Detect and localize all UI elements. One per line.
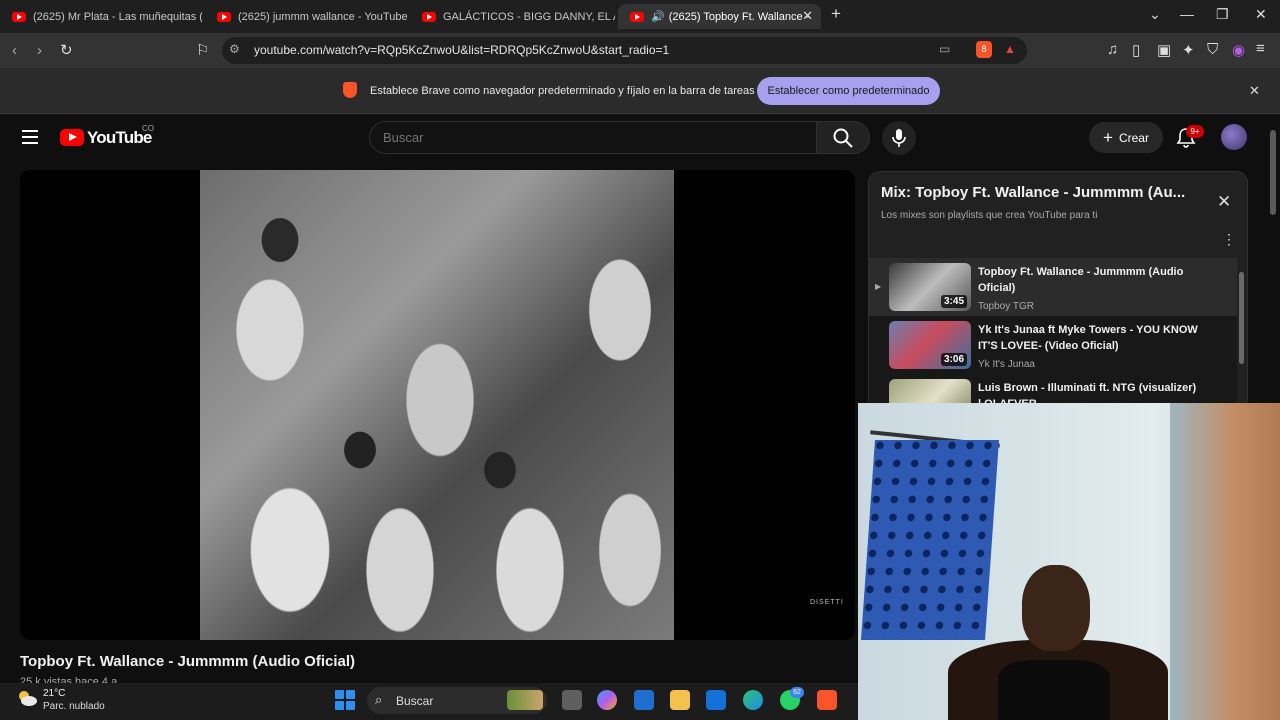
wallet-icon[interactable]: ▣ [1157,41,1171,59]
task-view-icon[interactable] [562,690,582,710]
create-button[interactable]: + Crear [1089,122,1163,153]
browser-tab-2[interactable]: (2625) jummm wallance - YouTube [205,4,410,29]
brave-taskbar-icon[interactable] [817,690,837,710]
account-avatar[interactable] [1221,124,1247,150]
webcam-curtain [861,440,999,640]
windows-start-icon[interactable] [335,690,355,710]
copilot-icon[interactable] [597,690,617,710]
browser-menu-icon[interactable]: ≡ [1256,40,1265,57]
sidebar-icon[interactable]: ▯ [1132,41,1140,59]
playlist-more-icon[interactable]: ⋮ [1222,231,1236,248]
extension-icon[interactable]: ◉ [1232,41,1245,59]
speaker-icon: 🔊 [651,11,665,23]
file-explorer-icon[interactable] [670,690,690,710]
leo-ai-icon[interactable]: ✦ [1182,41,1195,59]
infobar-message: Establece Brave como navegador predeterm… [370,85,755,97]
webcam-person-head [1022,565,1090,651]
taskbar-search-label: Buscar [396,694,434,708]
microphone-icon [892,129,906,147]
video-thumbnail [889,379,971,404]
window-close-icon[interactable]: ✕ [1255,6,1267,23]
whatsapp-badge: 62 [790,687,804,698]
back-icon[interactable]: ‹ [12,42,17,59]
playlist-title[interactable]: Mix: Topboy Ft. Wallance - Jummmm (Au... [881,184,1206,201]
plus-icon: + [1103,127,1113,147]
playlist-scrollbar-thumb[interactable] [1239,272,1244,364]
partly-cloudy-icon[interactable] [16,688,38,708]
playlist-item[interactable]: Luis Brown - Illuminati ft. NTG (visuali… [869,374,1237,404]
minimize-icon[interactable]: — [1180,6,1194,22]
browser-tab-strip: (2625) Mr Plata - Las muñequitas (La (26… [0,0,1280,33]
search-highlight-icon [507,690,543,710]
tab-label: (2625) Topboy Ft. Wallance - [668,10,810,23]
brave-shields-icon[interactable]: 8 [976,41,992,58]
youtube-logo-icon[interactable] [60,129,84,146]
playlist-item[interactable]: ▶ 3:45 Topboy Ft. Wallance - Jummmm (Aud… [869,258,1237,316]
vscode-icon[interactable] [706,690,726,710]
vpn-icon[interactable]: ⛉ [1207,41,1218,58]
media-icon[interactable]: ♫ [1107,41,1118,58]
playlist-items: ▶ 3:45 Topboy Ft. Wallance - Jummmm (Aud… [869,258,1237,404]
playlist-item-title: Topboy Ft. Wallance - Jummmm (Audio Ofic… [978,266,1184,294]
country-code: CO [142,124,154,133]
notification-count-badge: 9+ [1186,125,1204,138]
tab-search-icon[interactable]: ⌄ [1149,6,1161,23]
playlist-item[interactable]: 3:06 Yk It's Junaa ft Myke Towers - YOU … [869,316,1237,374]
edge-icon[interactable] [743,690,763,710]
playlist-close-icon[interactable]: ✕ [1217,192,1231,212]
webcam-wall [1170,403,1280,720]
weather-description[interactable]: Parc. nublado [43,701,105,712]
new-tab-button[interactable]: + [831,4,841,24]
bookmark-icon[interactable]: ⚐ [196,41,209,59]
video-watermark: DISETTI [810,599,844,606]
youtube-favicon-icon [630,11,644,22]
maximize-icon[interactable]: ❐ [1216,6,1229,23]
create-label: Crear [1118,130,1149,145]
browser-tab-1[interactable]: (2625) Mr Plata - Las muñequitas (La [0,4,202,29]
video-player[interactable] [20,170,855,640]
set-default-button[interactable]: Establecer como predeterminado [757,77,940,105]
tab-label: GALÁCTICOS - BIGG DANNY, EL AME [443,10,615,23]
hamburger-menu-icon[interactable] [22,130,38,144]
forward-icon[interactable]: › [37,42,42,59]
search-input[interactable] [383,129,803,146]
site-info-icon[interactable]: ⚙ [229,42,240,56]
search-button[interactable] [816,121,870,154]
voice-search-button[interactable] [882,121,916,155]
playlist-item-channel: Topboy TGR [978,301,1034,312]
taskbar-search-icon: ⌕ [375,692,383,707]
cast-icon[interactable]: ▭ [939,42,950,56]
playlist-item-channel: Yk It's Junaa [978,359,1035,370]
video-thumbnail: 3:45 [889,263,971,311]
playlist-item-title: Yk It's Junaa ft Myke Towers - YOU KNOW … [978,324,1198,352]
video-frame [200,170,674,640]
store-icon[interactable] [634,690,654,710]
reload-icon[interactable]: ↻ [60,41,73,59]
youtube-favicon-icon [422,11,436,22]
youtube-favicon-icon [217,11,231,22]
webcam-person-shirt [998,660,1110,720]
duration-badge: 3:06 [940,353,967,366]
now-playing-icon: ▶ [875,282,882,291]
youtube-favicon-icon [12,11,26,22]
infobar-close-icon[interactable]: ✕ [1249,83,1260,99]
playlist-item-title: Luis Brown - Illuminati ft. NTG (visuali… [978,382,1197,404]
tab-label: (2625) Mr Plata - Las muñequitas (La [33,10,202,23]
page-scrollbar-thumb[interactable] [1270,130,1276,215]
search-icon [833,128,853,148]
brave-logo-icon [343,82,357,98]
url-text[interactable]: youtube.com/watch?v=RQp5KcZnwoU&list=RDR… [254,43,669,57]
tab-label: (2625) jummm wallance - YouTube [238,10,408,23]
browser-tab-active[interactable]: 🔊 (2625) Topboy Ft. Wallance - ✕ [618,4,821,29]
video-thumbnail: 3:06 [889,321,971,369]
duration-badge: 3:45 [940,295,967,308]
close-tab-icon[interactable]: ✕ [802,8,813,24]
brave-rewards-icon[interactable]: ▲ [1004,42,1016,56]
video-title: Topboy Ft. Wallance - Jummmm (Audio Ofic… [20,653,356,670]
browser-tab-3[interactable]: GALÁCTICOS - BIGG DANNY, EL AME [410,4,615,29]
weather-temperature[interactable]: 21°C [43,688,65,699]
playlist-subtitle: Los mixes son playlists que crea YouTube… [881,210,1098,221]
